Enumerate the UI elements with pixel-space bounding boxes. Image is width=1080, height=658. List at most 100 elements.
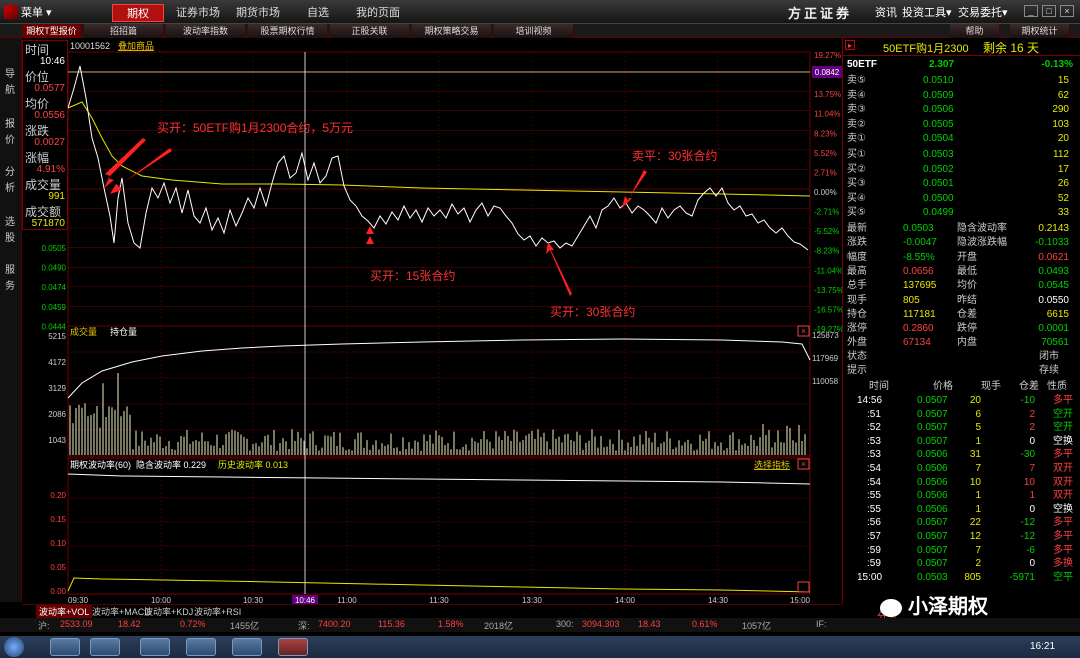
nav-tab-watchlist[interactable]: 自选: [292, 4, 344, 22]
sidebar-analysis-1[interactable]: 分: [5, 166, 17, 180]
etf-row[interactable]: 50ETF 2.307 -0.13%: [843, 58, 1073, 72]
nav-tab-securities[interactable]: 证券市场: [172, 4, 224, 22]
tick-oi-change: 0: [1029, 503, 1035, 515]
ask-row[interactable]: 卖③ 0.0506 290: [843, 103, 1073, 117]
trade-menu[interactable]: 交易委托▾: [958, 4, 1008, 20]
overlay-link[interactable]: 叠加商品: [118, 40, 154, 51]
sidebar-nav-2[interactable]: 航: [5, 84, 17, 98]
tick-row[interactable]: :53 0.0506 31 -30 多平: [843, 448, 1073, 462]
status-row[interactable]: 状态 闭市: [843, 350, 1073, 364]
tick-row[interactable]: :53 0.0507 1 0 空换: [843, 435, 1073, 449]
tick-oi-change: -30: [1020, 449, 1035, 461]
sidebar-select-2[interactable]: 股: [5, 232, 17, 246]
bid-row[interactable]: 买② 0.0502 17: [843, 163, 1073, 177]
menu-button[interactable]: 菜单 ▾: [4, 3, 52, 21]
tick-row[interactable]: :59 0.0507 2 0 多换: [843, 557, 1073, 571]
sidebar-service-1[interactable]: 服: [5, 264, 17, 278]
expand-panel-icon[interactable]: [797, 581, 810, 593]
sidebar-nav-1[interactable]: 导: [5, 68, 17, 82]
app-g-icon[interactable]: [232, 638, 262, 656]
status-row[interactable]: 提示 存续: [843, 364, 1073, 378]
stat-row[interactable]: 涨跌 -0.0047 隐波涨跌幅 -0.1033: [843, 236, 1073, 250]
quote-panel-toggle-icon[interactable]: ▸: [845, 40, 855, 50]
ie-browser-icon[interactable]: [50, 638, 80, 656]
subtab-stock-options[interactable]: 股票期权行情: [248, 24, 328, 38]
subtab-vix[interactable]: 波动率指数: [166, 24, 246, 38]
ask-row[interactable]: 卖② 0.0505 103: [843, 118, 1073, 132]
ask-level-label: 卖④: [847, 89, 866, 101]
tab-kdj-indicator[interactable]: 波动率+KDJ: [144, 605, 193, 618]
tick-row[interactable]: :55 0.0506 1 1 双开: [843, 489, 1073, 503]
tab-vol-indicator[interactable]: 波动率+VOL: [36, 605, 93, 618]
bid-row[interactable]: 买④ 0.0500 52: [843, 192, 1073, 206]
bid-row[interactable]: 买⑤ 0.0499 33: [843, 206, 1073, 220]
select-indicator-link[interactable]: 选择指标: [754, 459, 790, 470]
stat-row[interactable]: 外盘 67134 内盘 70561: [843, 336, 1073, 350]
ask-price: 0.0505: [923, 118, 954, 130]
stat-row[interactable]: 最新 0.0503 隐含波动率 0.2143: [843, 222, 1073, 236]
subtab-stats[interactable]: 期权统计: [1010, 24, 1070, 38]
nav-tab-futures[interactable]: 期货市场: [232, 4, 284, 22]
ask-row[interactable]: 卖⑤ 0.0510 15: [843, 74, 1073, 88]
ask-row[interactable]: 卖① 0.0504 20: [843, 132, 1073, 146]
oi-tick-label: 125873: [812, 331, 839, 340]
sidebar-quote-1[interactable]: 报: [5, 118, 17, 132]
sidebar-select-1[interactable]: 选: [5, 216, 17, 230]
bid-volume: 52: [1057, 192, 1069, 204]
tab-macd-indicator[interactable]: 波动率+MACD: [92, 605, 151, 618]
tick-header: 时间 价格 现手 仓差 性质: [843, 380, 1073, 394]
intraday-chart[interactable]: 10001562 叠加商品 0.05050.04900.04740.04590.…: [22, 38, 842, 604]
close-icon[interactable]: ×: [1060, 5, 1074, 17]
start-button-icon[interactable]: [4, 637, 24, 657]
tick-nature: 空开: [1053, 408, 1073, 420]
bid-row[interactable]: 买① 0.0503 112: [843, 148, 1073, 162]
tick-row[interactable]: 15:00 0.0503 805 -5971 空平: [843, 571, 1073, 585]
subtab-training[interactable]: 培训视频: [494, 24, 574, 38]
subtab-t-quote[interactable]: 期权T型报价: [22, 24, 82, 38]
tick-row[interactable]: :54 0.0506 10 10 双开: [843, 476, 1073, 490]
stat-row[interactable]: 总手 137695 均价 0.0545: [843, 279, 1073, 293]
bid-level-label: 买⑤: [847, 207, 866, 219]
maximize-icon[interactable]: □: [1042, 5, 1056, 17]
tick-row[interactable]: :54 0.0506 7 7 双开: [843, 462, 1073, 476]
subtab-strategy[interactable]: 招招篇: [84, 24, 164, 38]
tick-price: 0.0507: [917, 544, 948, 556]
iv-axis: 0.20 0.15 0.10 0.05 0.00: [50, 491, 66, 596]
sidebar-analysis-2[interactable]: 析: [5, 182, 17, 196]
trading-app-icon[interactable]: [278, 638, 308, 656]
stat-label: 幅度: [847, 251, 867, 263]
sidebar-quote-2[interactable]: 价: [5, 134, 17, 148]
tools-menu[interactable]: 投资工具▾: [902, 4, 952, 20]
stat-row[interactable]: 现手 805 昨结 0.0550: [843, 294, 1073, 308]
tick-nature: 双开: [1053, 490, 1073, 502]
tick-oi-change: 0: [1029, 435, 1035, 447]
excel-icon[interactable]: [140, 638, 170, 656]
tick-row[interactable]: :52 0.0507 5 2 空开: [843, 421, 1073, 435]
stat-row[interactable]: 幅度 -8.55% 开盘 0.0621: [843, 251, 1073, 265]
nav-tab-options[interactable]: 期权: [112, 4, 164, 22]
ask-row[interactable]: 卖④ 0.0509 62: [843, 89, 1073, 103]
tick-row[interactable]: :56 0.0507 22 -12 多平: [843, 516, 1073, 530]
volume-axis: 5215 4172 3129 2086 1043: [48, 332, 66, 445]
tab-rsi-indicator[interactable]: 波动率+RSI: [194, 605, 241, 618]
tick-row[interactable]: :57 0.0507 12 -12 多平: [843, 530, 1073, 544]
subtab-underlying[interactable]: 正股关联: [330, 24, 410, 38]
tick-row[interactable]: :59 0.0507 7 -6 多平: [843, 544, 1073, 558]
minimize-icon[interactable]: _: [1024, 5, 1038, 17]
news-menu[interactable]: 资讯: [875, 4, 897, 20]
tick-oi-change: -5971: [1009, 571, 1035, 583]
tick-row[interactable]: :51 0.0507 6 2 空开: [843, 408, 1073, 422]
telegram-icon[interactable]: [186, 638, 216, 656]
tick-row[interactable]: 14:56 0.0507 20 -10 多平: [843, 394, 1073, 408]
stat-row[interactable]: 最高 0.0656 最低 0.0493: [843, 265, 1073, 279]
stat-row[interactable]: 涨停 0.2860 跌停 0.0001: [843, 322, 1073, 336]
bid-row[interactable]: 买③ 0.0501 26: [843, 177, 1073, 191]
subtab-help[interactable]: 帮助: [950, 24, 1000, 38]
sh-amount: 1455亿: [230, 621, 260, 631]
tick-row[interactable]: :55 0.0506 1 0 空换: [843, 503, 1073, 517]
stat-row[interactable]: 持仓 117181 仓差 6615: [843, 308, 1073, 322]
sidebar-service-2[interactable]: 务: [5, 280, 17, 294]
subtab-strategy-trade[interactable]: 期权策略交易: [412, 24, 492, 38]
nav-tab-my-page[interactable]: 我的页面: [352, 4, 404, 22]
wechat-icon[interactable]: [90, 638, 120, 656]
